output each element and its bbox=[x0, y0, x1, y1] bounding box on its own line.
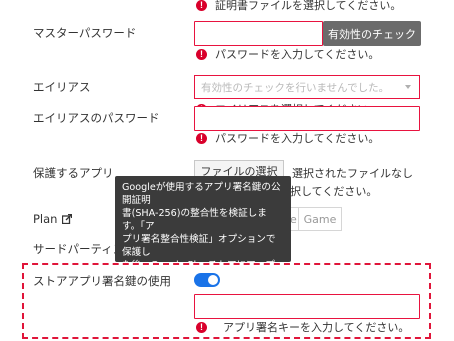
master-password-input[interactable] bbox=[194, 21, 323, 46]
error-icon: ! bbox=[196, 0, 207, 11]
master-password-label: マスターパスワード bbox=[33, 26, 137, 40]
master-password-error-text: パスワードを入力してください。 bbox=[215, 48, 380, 61]
alias-select[interactable]: 有効性のチェックを行いませんでした。 bbox=[194, 75, 420, 99]
check-validity-button[interactable]: 有効性のチェック bbox=[323, 21, 421, 46]
error-icon: ! bbox=[196, 48, 207, 60]
alias-select-placeholder: 有効性のチェックを行いませんでした。 bbox=[201, 81, 390, 94]
master-password-error: ! パスワードを入力してください。 bbox=[196, 46, 379, 62]
store-signing-toggle[interactable] bbox=[194, 273, 220, 287]
plan-label-text: Plan bbox=[33, 212, 58, 226]
error-icon: ! bbox=[196, 132, 207, 144]
plan-label: Plan bbox=[33, 212, 73, 227]
certificate-error-text: 証明書ファイルを選択してください。 bbox=[215, 0, 402, 12]
toggle-knob bbox=[208, 275, 218, 285]
tooltip-line: 書(SHA-256)の整合性を検証します。「ア bbox=[122, 208, 267, 232]
chevron-down-icon bbox=[405, 85, 411, 89]
signing-key-tooltip: Googleが使用するアプリ署名鍵の公開証明 書(SHA-256)の整合性を検証… bbox=[115, 176, 291, 336]
app-signing-key-error: ! アプリ署名キーを入力してください。 bbox=[196, 319, 409, 335]
protected-app-label: 保護するアプリ bbox=[33, 166, 114, 180]
plan-option-game[interactable]: Game bbox=[298, 207, 342, 231]
app-signing-key-error-text: アプリ署名キーを入力してください。 bbox=[223, 321, 410, 334]
tooltip-line: プリ署名整合性検証」オプションで保護し bbox=[122, 234, 276, 258]
alias-label: エイリアス bbox=[33, 80, 91, 94]
protected-app-error-text: 択してください。 bbox=[290, 185, 378, 198]
third-party-label: サードパーティス bbox=[33, 242, 125, 256]
file-status-text: 選択されたファイルなし bbox=[292, 167, 413, 180]
alias-password-error-text: パスワードを入力してください。 bbox=[215, 132, 380, 145]
tooltip-line: Googleが使用するアプリ署名鍵の公開証明 bbox=[122, 182, 281, 206]
store-signing-label: ストアアプリ署名鍵の使用 bbox=[33, 274, 171, 288]
external-link-icon[interactable] bbox=[62, 213, 73, 227]
error-icon: ! bbox=[196, 321, 207, 333]
app-signing-key-input[interactable] bbox=[194, 294, 420, 319]
certificate-error: ! 証明書ファイルを選択してください。 bbox=[196, 0, 401, 13]
alias-password-error: ! パスワードを入力してください。 bbox=[196, 130, 379, 146]
alias-password-input[interactable] bbox=[194, 106, 420, 131]
alias-password-label: エイリアスのパスワード bbox=[33, 111, 160, 125]
